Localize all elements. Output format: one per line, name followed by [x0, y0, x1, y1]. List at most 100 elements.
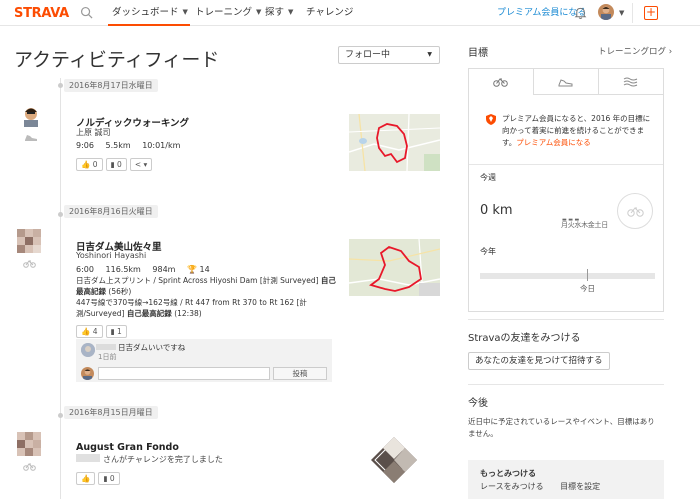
section-divider [468, 319, 664, 320]
comment-time: 1日前 [98, 353, 117, 361]
feed-filter-value: フォロー中 [345, 50, 391, 60]
post-comment-button[interactable]: 投稿 [273, 367, 327, 380]
athlete-name[interactable]: Yoshinori Hayashi [76, 251, 146, 260]
segment-effort: 日吉ダム上スプリント / Sprint Across Hiyoshi Dam [… [76, 275, 341, 297]
bike-icon [23, 260, 36, 268]
comment-icon: ▮ [110, 160, 115, 169]
chevron-down-icon[interactable]: ▼ [619, 9, 624, 17]
nav-challenges[interactable]: チャレンジ [306, 0, 353, 26]
comment-icon: ▮ [110, 327, 115, 336]
comment-input[interactable] [98, 367, 270, 380]
chevron-right-icon: › [668, 47, 673, 57]
challenge-title[interactable]: August Gran Fondo [76, 442, 179, 453]
thumbs-up-icon: 👍 [81, 474, 91, 483]
thumbs-up-icon: 👍 [81, 160, 91, 169]
premium-link[interactable]: プレミアム会員になる [497, 0, 586, 26]
share-button[interactable]: < ▾ [129, 158, 153, 171]
kudos-button[interactable]: 👍 0 [76, 158, 103, 171]
comment-icon: ▮ [103, 474, 108, 483]
shield-icon [486, 114, 496, 125]
date-header: 2016年8月17日水曜日 [64, 79, 158, 92]
nav-dashboard-label: ダッシュボード [112, 7, 179, 18]
challenge-badge-icon[interactable] [370, 436, 418, 484]
stat-time: 6:00 [76, 265, 94, 274]
find-races-link[interactable]: レースをみつける [480, 482, 544, 491]
comment-button[interactable]: ▮ 1 [105, 325, 127, 338]
stat-distance: 5.5km [105, 141, 131, 150]
stat-time: 9:06 [76, 141, 94, 150]
comment-count: 1 [117, 327, 122, 336]
today-label: 今日 [580, 284, 595, 293]
tab-run[interactable] [534, 69, 599, 95]
upcoming-empty-text: 近日中に予定されているレースやイベント、目標はありません。 [468, 417, 655, 438]
comment-count: 0 [117, 160, 122, 169]
nav-explore[interactable]: 探す ▼ [265, 0, 293, 26]
kudos-count: 4 [92, 327, 98, 336]
athlete-avatar[interactable] [17, 432, 41, 456]
invite-friends-button[interactable]: あなたの友達を見つけて招待する [468, 352, 610, 370]
activity-stats: 9:06 5.5km 10:01/km [76, 141, 189, 150]
tab-swim[interactable] [599, 69, 663, 95]
premium-goal-link[interactable]: プレミアム会員になる [516, 138, 590, 147]
kudos-button[interactable]: 👍 4 [76, 325, 103, 338]
share-icon: < [134, 160, 142, 169]
dropdown-arrow-icon: ▼ [427, 51, 432, 58]
training-log-label: トレーニングログ [598, 47, 667, 57]
kudos-button[interactable]: 👍 [76, 472, 96, 485]
timeline-dot [58, 212, 63, 217]
set-goal-link[interactable]: 目標を設定 [560, 482, 600, 491]
activity-stats: 6:00 116.5km 984m 🏆 14 [76, 265, 219, 274]
commenter-name[interactable] [96, 344, 116, 350]
discover-more-title: もっとみつける [480, 469, 536, 478]
athlete-name[interactable] [76, 454, 100, 462]
nav-training[interactable]: トレーニング ▼ [195, 0, 261, 26]
athlete-avatar[interactable] [20, 105, 42, 127]
chevron-down-icon: ▼ [182, 8, 188, 16]
tab-ride[interactable] [469, 69, 534, 95]
discover-more-box: もっとみつける レースをみつける 目標を設定 [468, 460, 664, 499]
thumbs-up-icon: 👍 [81, 327, 91, 336]
commenter-avatar[interactable] [81, 343, 95, 357]
today-marker [587, 269, 588, 281]
page-title: アクティビティフィード [14, 49, 220, 71]
training-log-link[interactable]: トレーニングログ › [598, 45, 672, 57]
goals-title: 目標 [468, 48, 488, 59]
week-distance: 0 km [480, 203, 513, 218]
stat-elevation: 984m [152, 265, 176, 274]
bell-icon[interactable] [574, 6, 587, 20]
pr-badge: 自己最高記録 [126, 309, 172, 318]
athlete-name[interactable]: 上原 誠司 [76, 127, 111, 138]
goals-divider [469, 164, 663, 165]
stat-pace: 10:01/km [142, 141, 181, 150]
user-avatar[interactable] [598, 4, 614, 20]
date-header: 2016年8月15日月曜日 [64, 406, 158, 419]
walking-shoe-icon [25, 135, 37, 141]
shoe-icon [558, 79, 573, 87]
route-map[interactable] [349, 114, 440, 171]
comment-button[interactable]: ▮ 0 [105, 158, 127, 171]
segment-effort: 447号線で370号線→162号線 / Rt 447 from Rt 370 t… [76, 297, 341, 319]
date-header: 2016年8月16日火曜日 [64, 205, 158, 218]
athlete-avatar[interactable] [17, 229, 41, 253]
comment-count: 0 [109, 474, 115, 483]
upcoming-title: 今後 [468, 398, 488, 409]
segment-name[interactable]: 日吉ダム上スプリント / Sprint Across Hiyoshi Dam [… [76, 276, 319, 285]
feed-filter-select[interactable]: フォロー中 ▼ [338, 46, 440, 64]
plus-icon[interactable]: + [644, 6, 658, 20]
activity-actions: 👍 0 ▮ 0 < ▾ [76, 158, 153, 171]
kudos-count: 0 [92, 160, 98, 169]
activity-actions: 👍 ▮ 0 [76, 472, 120, 485]
segment-time: (12:38) [174, 309, 202, 318]
strava-logo[interactable]: STRAVA [14, 6, 69, 21]
top-nav: STRAVA ダッシュボード ▼ トレーニング ▼ 探す ▼ チャレンジ プレミアム会… [0, 0, 700, 26]
comment-button[interactable]: ▮ 0 [98, 472, 120, 485]
weekly-goal-ring [617, 193, 653, 229]
bike-icon [627, 207, 644, 217]
achievement-count: 14 [199, 265, 210, 274]
nav-dashboard[interactable]: ダッシュボード ▼ [108, 0, 190, 26]
stat-achievements: 🏆 14 [187, 265, 210, 274]
search-icon[interactable] [80, 6, 93, 19]
bike-icon [23, 463, 36, 471]
chevron-down-icon: ▼ [288, 8, 294, 16]
route-map[interactable] [349, 239, 440, 296]
